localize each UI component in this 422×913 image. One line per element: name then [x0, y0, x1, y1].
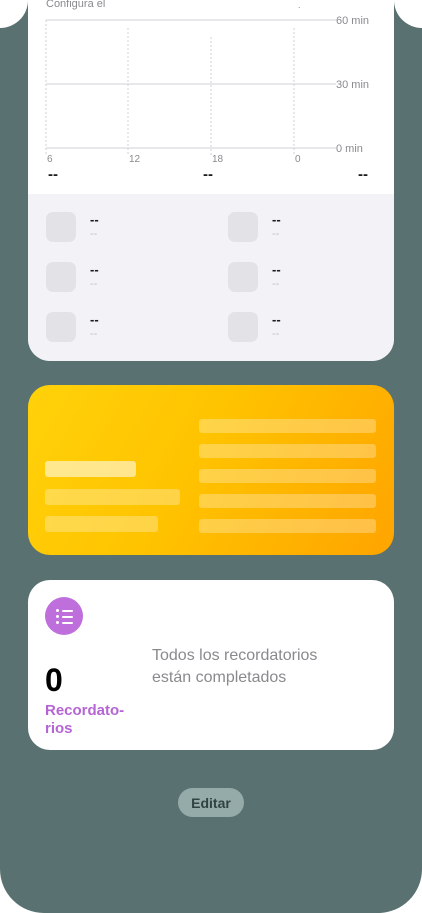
placeholder-widget[interactable]	[28, 385, 394, 555]
x-tick-label: 0	[295, 154, 301, 165]
app-time: --	[90, 228, 98, 240]
app-usage-item[interactable]: -- --	[46, 262, 206, 302]
app-icon-placeholder	[46, 262, 76, 292]
screen-time-chart: 60 min 30 min 0 min 6 12 18 0	[45, 15, 369, 165]
app-usage-item[interactable]: -- --	[46, 312, 206, 352]
app-usage-item[interactable]: -- --	[46, 212, 206, 252]
app-name: --	[90, 262, 99, 277]
placeholder-bar	[45, 516, 158, 532]
app-time: --	[90, 278, 98, 290]
placeholder-bar	[199, 419, 376, 433]
app-name: --	[90, 312, 99, 327]
app-usage-item[interactable]: -- --	[228, 262, 388, 302]
x-tick-label: 12	[129, 154, 141, 165]
placeholder-bar	[199, 469, 376, 483]
app-time: --	[272, 228, 280, 240]
placeholder-bar	[199, 494, 376, 508]
placeholder-bar	[45, 461, 136, 477]
app-icon-placeholder	[228, 262, 258, 292]
app-name: --	[272, 312, 281, 327]
app-usage-item[interactable]: -- --	[228, 312, 388, 352]
total-value-3: --	[358, 166, 368, 183]
total-value-2: --	[203, 166, 213, 183]
screen-time-widget[interactable]: Configura el . 60 min 30 min 0 min 6 12 18 0 -…	[28, 0, 394, 361]
y-tick-label: 0 min	[336, 143, 363, 155]
reminders-count: 0	[45, 662, 63, 698]
y-tick-label: 30 min	[336, 79, 369, 91]
total-value-1: --	[48, 166, 58, 183]
app-usage-grid: -- -- -- -- -- -- -- -- -- -- -- --	[28, 194, 394, 361]
list-icon	[45, 597, 83, 635]
edit-button[interactable]: Editar	[178, 788, 244, 817]
app-name: --	[90, 212, 99, 227]
x-tick-label: 18	[212, 154, 224, 165]
y-tick-label: 60 min	[336, 15, 369, 27]
placeholder-bar	[45, 489, 180, 505]
app-time: --	[90, 328, 98, 340]
app-icon-placeholder	[46, 312, 76, 342]
app-time: --	[272, 278, 280, 290]
reminders-message: Todos los recordatorios están completado…	[152, 647, 318, 686]
app-name: --	[272, 262, 281, 277]
x-tick-label: 6	[47, 154, 53, 165]
app-usage-item[interactable]: -- --	[228, 212, 388, 252]
screen-time-totals: -- -- --	[28, 166, 394, 190]
app-icon-placeholder	[228, 212, 258, 242]
app-name: --	[272, 212, 281, 227]
app-icon-placeholder	[46, 212, 76, 242]
placeholder-bar	[199, 444, 376, 458]
reminders-label: Recordato-rios	[45, 702, 125, 737]
app-time: --	[272, 328, 280, 340]
reminders-widget[interactable]: 0 Recordato-rios Todos los recordatorios…	[28, 580, 394, 750]
app-icon-placeholder	[228, 312, 258, 342]
placeholder-bar	[199, 519, 376, 533]
widget-screen: Configura el . 60 min 30 min 0 min 6 12 18 0 -…	[0, 0, 422, 913]
